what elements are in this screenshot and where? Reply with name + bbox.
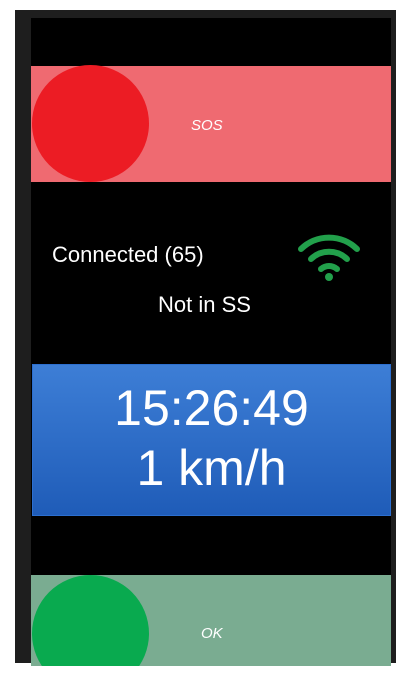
ok-label: OK bbox=[201, 625, 223, 642]
ss-status: Not in SS bbox=[158, 292, 251, 317]
ok-slider-knob[interactable] bbox=[32, 575, 149, 666]
speed-display: 1 km/h bbox=[136, 440, 287, 496]
connection-status: Connected (65) bbox=[52, 242, 204, 267]
sos-label: SOS bbox=[191, 117, 223, 134]
sos-slider-knob[interactable] bbox=[32, 65, 149, 182]
sos-slider[interactable]: SOS bbox=[31, 65, 391, 182]
clock-panel: 15:26:49 1 km/h bbox=[32, 364, 391, 516]
time-display: 15:26:49 bbox=[114, 380, 309, 436]
app-screen: SOS Connected (65) Not in SS 15:26:49 1 … bbox=[31, 18, 391, 666]
ok-slider[interactable]: OK bbox=[31, 575, 391, 666]
wifi-icon bbox=[298, 234, 360, 281]
